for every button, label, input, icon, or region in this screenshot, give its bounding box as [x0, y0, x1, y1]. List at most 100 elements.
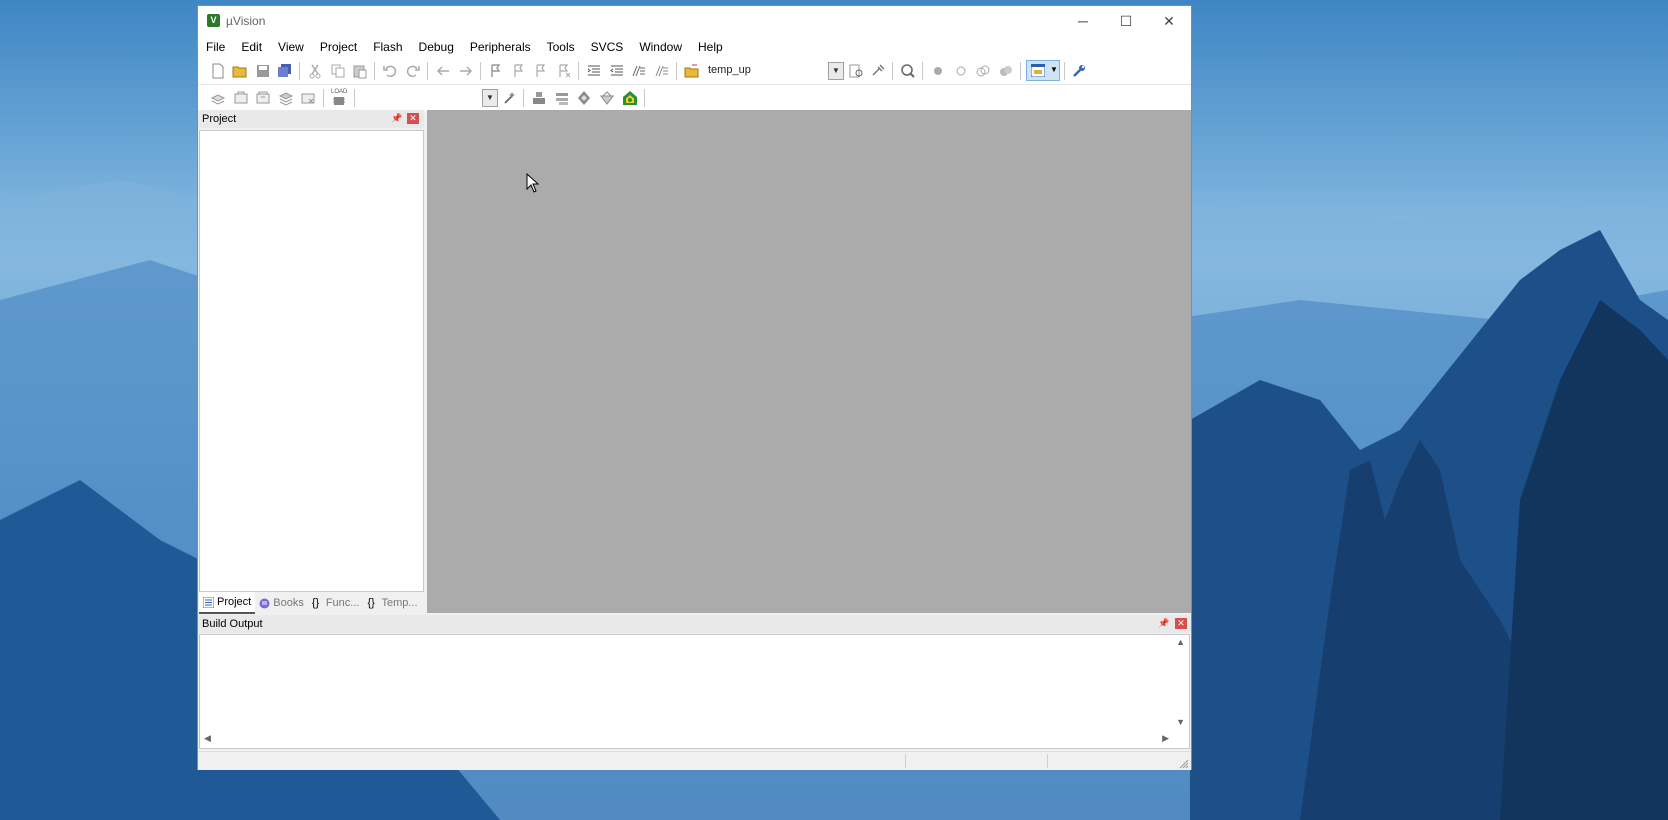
select-packs-icon[interactable] [576, 90, 592, 106]
load-chip-icon [333, 97, 345, 105]
copy-icon[interactable] [330, 63, 346, 79]
enable-breakpoint-icon[interactable] [953, 63, 969, 79]
paste-icon[interactable] [352, 63, 368, 79]
toolbar-separator [676, 62, 677, 80]
redo-icon[interactable] [405, 63, 421, 79]
new-file-icon[interactable] [210, 63, 226, 79]
find-in-files-icon[interactable] [684, 63, 700, 79]
editor-area[interactable] [427, 110, 1191, 613]
pin-icon[interactable]: 📌 [1158, 618, 1169, 629]
kill-all-breakpoints-icon[interactable] [998, 63, 1014, 79]
tab-label: Books [273, 597, 304, 609]
menu-flash[interactable]: Flash [365, 36, 410, 58]
configure-wrench-icon[interactable] [1071, 63, 1087, 79]
toolbar-separator [644, 89, 645, 107]
menu-file[interactable]: File [198, 36, 233, 58]
options-for-target-icon[interactable] [502, 90, 518, 106]
status-divider [905, 754, 906, 768]
file-extensions-icon[interactable] [531, 90, 547, 106]
close-panel-button[interactable]: ✕ [407, 113, 419, 124]
next-bookmark-icon[interactable] [533, 63, 549, 79]
toolbar-separator [354, 89, 355, 107]
comment-icon[interactable] [631, 63, 647, 79]
window-title: µVision [226, 14, 266, 28]
tab-functions[interactable]: {} Func... [308, 593, 364, 613]
menu-project[interactable]: Project [312, 36, 365, 58]
download-load-button[interactable]: LOAD [330, 89, 348, 107]
prev-bookmark-icon[interactable] [511, 63, 527, 79]
translate-icon[interactable] [210, 90, 226, 106]
chevron-down-icon[interactable]: ▼ [482, 89, 498, 107]
undo-icon[interactable] [382, 63, 398, 79]
disable-all-breakpoints-icon[interactable] [975, 63, 991, 79]
menu-peripherals[interactable]: Peripherals [462, 36, 539, 58]
scroll-up-icon[interactable]: ▲ [1176, 637, 1185, 647]
menu-help[interactable]: Help [690, 36, 731, 58]
incremental-find-icon[interactable] [870, 63, 886, 79]
unindent-icon[interactable] [609, 63, 625, 79]
scroll-left-icon[interactable]: ◀ [204, 733, 211, 744]
rebuild-icon[interactable] [255, 90, 271, 106]
chevron-down-icon[interactable]: ▼ [828, 62, 844, 80]
minimize-button[interactable]: ─ [1061, 6, 1105, 36]
project-panel-tabs: Project Books {} Func... {} Temp... [199, 592, 422, 614]
window-layout-button[interactable]: ▼ [1026, 60, 1060, 81]
resize-grip-icon[interactable] [1179, 759, 1189, 769]
toolbar-separator [1064, 62, 1065, 80]
debug-session-icon[interactable] [900, 63, 916, 79]
cut-icon[interactable] [307, 63, 323, 79]
menu-tools[interactable]: Tools [539, 36, 583, 58]
toolbar-separator [427, 62, 428, 80]
insert-breakpoint-icon[interactable] [930, 63, 946, 79]
navigate-back-icon[interactable] [435, 63, 451, 79]
find-text-field[interactable]: temp_up [708, 64, 751, 76]
uvision-logo-icon: V [207, 14, 220, 27]
build-output-text[interactable]: ▲ ▼ ◀ ▶ [199, 634, 1190, 749]
tab-books[interactable]: Books [255, 593, 308, 613]
build-icon[interactable] [233, 90, 249, 106]
pack-installer-icon[interactable] [599, 90, 615, 106]
indent-icon[interactable] [586, 63, 602, 79]
toolbar-separator [892, 62, 893, 80]
uvision-window: V µVision ─ ☐ ✕ File Edit View Project F… [197, 5, 1192, 770]
stop-build-icon[interactable] [300, 90, 316, 106]
menu-bar: File Edit View Project Flash Debug Perip… [198, 36, 1191, 58]
save-all-icon[interactable] [277, 63, 293, 79]
clear-bookmarks-icon[interactable] [556, 63, 572, 79]
title-bar[interactable]: V µVision ─ ☐ ✕ [198, 6, 1191, 36]
menu-edit[interactable]: Edit [233, 36, 270, 58]
menu-debug[interactable]: Debug [411, 36, 462, 58]
bookmark-icon[interactable] [488, 63, 504, 79]
uncomment-icon[interactable] [654, 63, 670, 79]
build-output-header: Build Output 📌 ✕ [198, 615, 1191, 633]
save-icon[interactable] [255, 63, 271, 79]
find-icon[interactable] [848, 63, 864, 79]
menu-view[interactable]: View [270, 36, 312, 58]
tab-label: Temp... [381, 597, 418, 609]
toolbar-separator [480, 62, 481, 80]
find-dropdown[interactable]: ▼ [828, 62, 844, 80]
toolbar-separator [374, 62, 375, 80]
tab-templates[interactable]: {} Temp... [363, 593, 421, 613]
project-tree[interactable] [199, 130, 424, 592]
batch-build-icon[interactable] [278, 90, 294, 106]
status-divider [1047, 754, 1048, 768]
close-panel-button[interactable]: ✕ [1175, 618, 1187, 629]
tab-label: Func... [325, 597, 360, 609]
menu-svcs[interactable]: SVCS [583, 36, 632, 58]
close-button[interactable]: ✕ [1147, 6, 1191, 36]
manage-components-icon[interactable] [554, 90, 570, 106]
build-output-title: Build Output [202, 618, 263, 630]
functions-tab-icon: {} [311, 596, 320, 609]
menu-window[interactable]: Window [631, 36, 690, 58]
run-time-environment-icon[interactable] [622, 90, 638, 106]
navigate-forward-icon[interactable] [458, 63, 474, 79]
pin-icon[interactable]: 📌 [391, 113, 402, 124]
open-folder-icon[interactable] [232, 63, 248, 79]
select-target-dropdown[interactable]: ▼ [358, 89, 498, 107]
scroll-down-icon[interactable]: ▼ [1176, 717, 1185, 727]
window-layout-icon [1031, 64, 1045, 77]
tab-project[interactable]: Project [199, 592, 256, 614]
scroll-right-icon[interactable]: ▶ [1162, 733, 1169, 744]
maximize-button[interactable]: ☐ [1104, 6, 1148, 36]
